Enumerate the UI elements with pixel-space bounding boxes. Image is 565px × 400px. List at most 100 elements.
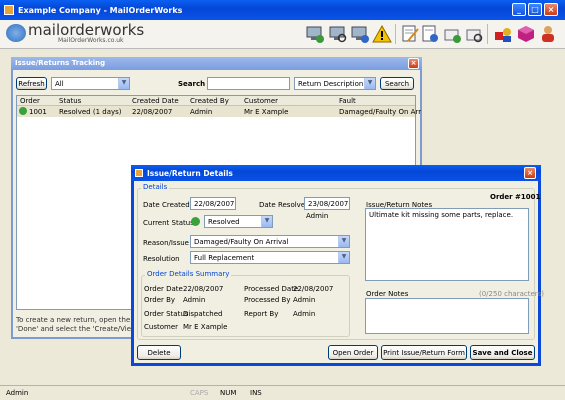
order-number: Order #1001 <box>490 193 541 201</box>
order-summary-label: Order Details Summary <box>145 270 232 278</box>
warning-icon[interactable] <box>372 24 392 44</box>
search-field-select[interactable]: Return Description ▼ <box>294 77 376 90</box>
main-title-bar: Example Company - MailOrderWorks <box>0 0 565 20</box>
row-status: Resolved (1 days) <box>59 108 122 116</box>
current-status-label: Current Status <box>143 219 194 227</box>
save-close-button[interactable]: Save and Close <box>470 345 535 360</box>
logo-subtext: MailOrderWorks.co.uk <box>58 37 124 44</box>
order-notes-field[interactable] <box>365 298 529 334</box>
cube-icon[interactable] <box>516 24 536 44</box>
computer-add-icon[interactable] <box>305 24 325 44</box>
search-button[interactable]: Search <box>380 77 414 90</box>
check-icon <box>191 217 200 226</box>
report-by-value: Admin <box>293 310 316 318</box>
grid-header: Order Status Created Date Created By Cus… <box>17 96 415 106</box>
order-by-value: Admin <box>183 296 206 304</box>
chevron-down-icon: ▼ <box>261 216 272 227</box>
chevron-down-icon: ▼ <box>338 252 349 263</box>
order-by-label: Order By <box>144 296 176 304</box>
order-status-label: Order Status <box>144 310 189 318</box>
details-close-button[interactable]: × <box>524 167 536 179</box>
print-form-button[interactable]: Print Issue/Return Form <box>381 345 467 360</box>
char-count: (0/250 characters) <box>479 290 545 298</box>
tracking-close-button[interactable]: × <box>408 58 419 69</box>
minimize-button[interactable]: _ <box>512 3 526 16</box>
details-title-bar: Issue/Return Details <box>131 165 541 181</box>
row-customer: Mr E Xample <box>244 108 289 116</box>
order-date-value: 22/08/2007 <box>183 285 224 293</box>
status-value: Resolved <box>208 218 240 226</box>
search-input[interactable] <box>207 77 290 90</box>
date-created-field[interactable]: 22/08/2007 <box>190 197 236 210</box>
processed-date-value: 22/08/2007 <box>293 285 334 293</box>
notepad-info-icon[interactable] <box>420 24 440 44</box>
processed-by-value: Admin <box>293 296 316 304</box>
column-header-order[interactable]: Order <box>20 97 40 105</box>
status-caps: CAPS <box>190 389 209 397</box>
date-resolved-label: Date Resolved <box>259 201 310 209</box>
refresh-button[interactable]: Refresh <box>16 77 47 90</box>
chevron-down-icon: ▼ <box>364 78 375 89</box>
reason-select[interactable]: Damaged/Faulty On Arrival ▼ <box>190 235 350 248</box>
row-created-date: 22/08/2007 <box>132 108 173 116</box>
column-header-status[interactable]: Status <box>59 97 81 105</box>
open-order-button[interactable]: Open Order <box>328 345 378 360</box>
resolution-label: Resolution <box>143 255 180 263</box>
close-button[interactable]: × <box>544 3 558 16</box>
help-text-line2: 'Done' and select the 'Create/View D <box>16 325 145 333</box>
filter-select[interactable]: All ▼ <box>51 77 130 90</box>
resolution-value: Full Replacement <box>194 254 255 262</box>
box-add-icon[interactable] <box>442 24 462 44</box>
report-by-label: Report By <box>244 310 279 318</box>
customer-value: Mr E Xample <box>183 323 228 331</box>
filter-value: All <box>55 80 64 88</box>
status-bar: Admin CAPS NUM INS <box>0 385 565 400</box>
notepad-edit-icon[interactable] <box>400 24 420 44</box>
chevron-down-icon: ▼ <box>118 78 129 89</box>
box-search-icon[interactable] <box>464 24 484 44</box>
shapes-icon[interactable] <box>493 24 513 44</box>
computer-search-icon[interactable] <box>328 24 348 44</box>
column-header-customer[interactable]: Customer <box>244 97 278 105</box>
delete-button[interactable]: Delete <box>137 345 181 360</box>
users-icon[interactable] <box>538 24 558 44</box>
row-created-by: Admin <box>190 108 213 116</box>
processed-by-label: Processed By <box>244 296 291 304</box>
row-fault: Damaged/Faulty On Arr <box>339 108 422 116</box>
status-num: NUM <box>220 389 237 397</box>
row-order: 1001 <box>29 108 47 116</box>
date-resolved-field[interactable]: 23/08/2007 <box>304 197 350 210</box>
tracking-title: Issue/Returns Tracking <box>15 59 106 67</box>
order-status-value: Dispatched <box>183 310 223 318</box>
column-header-fault[interactable]: Fault <box>339 97 356 105</box>
notes-field[interactable]: Ultimate kit missing some parts, replace… <box>365 208 529 281</box>
resolution-select[interactable]: Full Replacement ▼ <box>190 251 350 264</box>
reason-label: Reason/Issue <box>143 239 189 247</box>
column-header-created-date[interactable]: Created Date <box>132 97 179 105</box>
computer-info-icon[interactable] <box>350 24 370 44</box>
status-select[interactable]: Resolved ▼ <box>204 215 273 228</box>
search-field-value: Return Description <box>298 80 364 88</box>
order-notes-label: Order Notes <box>366 290 409 298</box>
customer-label: Customer <box>144 323 179 331</box>
chevron-down-icon: ▼ <box>338 236 349 247</box>
app-icon <box>4 5 14 15</box>
details-title: Issue/Return Details <box>147 168 233 178</box>
column-header-created-by[interactable]: Created By <box>190 97 229 105</box>
table-row[interactable]: 1001 Resolved (1 days) 22/08/2007 Admin … <box>17 106 421 117</box>
toolbar-separator <box>395 24 396 44</box>
date-created-label: Date Created <box>143 201 190 209</box>
order-date-label: Order Date <box>144 285 183 293</box>
help-text-line1: To create a new return, open the re <box>16 316 140 324</box>
tracking-title-bar: Issue/Returns Tracking <box>11 57 422 70</box>
search-label: Search <box>178 80 206 88</box>
details-group-label: Details <box>141 183 170 191</box>
check-icon <box>19 107 27 115</box>
resolved-by: Admin <box>306 212 329 220</box>
toolbar-separator <box>487 24 488 44</box>
maximize-button[interactable]: □ <box>528 3 542 16</box>
app-title: Example Company - MailOrderWorks <box>18 5 183 15</box>
reason-value: Damaged/Faulty On Arrival <box>194 238 289 246</box>
status-ins: INS <box>250 389 262 397</box>
details-app-icon <box>135 169 143 177</box>
